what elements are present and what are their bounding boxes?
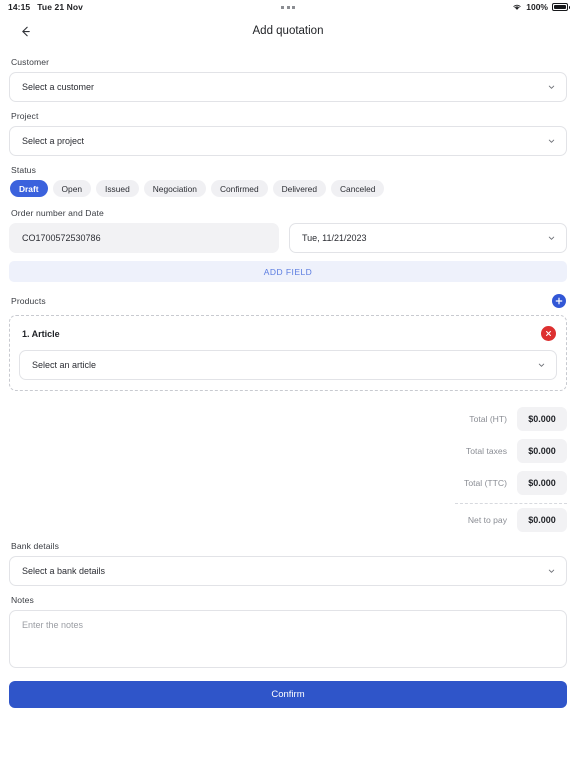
total-ttc-label: Total (TTC) — [464, 478, 507, 488]
wifi-icon — [513, 4, 521, 10]
three-dots-icon — [0, 5, 576, 9]
bank-details-select[interactable]: Select a bank details — [9, 556, 567, 586]
back-arrow-icon[interactable] — [14, 20, 36, 42]
status-bar-left: 14:15 Tue 21 Nov — [8, 2, 83, 12]
status-bar: 14:15 Tue 21 Nov 100% — [0, 0, 576, 14]
app-bar: Add quotation — [0, 14, 576, 48]
form-body: Customer Select a customer Project Selec… — [0, 57, 576, 708]
project-label: Project — [11, 111, 39, 121]
status-chip-issued[interactable]: Issued — [96, 180, 139, 197]
order-number-input[interactable]: CO1700572530786 — [9, 223, 279, 253]
products-header: Products — [11, 294, 566, 308]
order-row: CO1700572530786 Tue, 11/21/2023 — [9, 223, 567, 253]
order-date-select[interactable]: Tue, 11/21/2023 — [289, 223, 567, 253]
add-product-button[interactable] — [552, 294, 566, 308]
chevron-down-icon — [537, 361, 546, 370]
battery-full-icon — [552, 3, 570, 11]
chevron-down-icon — [547, 234, 556, 243]
notes-input[interactable]: Enter the notes — [9, 610, 567, 668]
total-taxes-label: Total taxes — [465, 446, 507, 456]
product-card: 1. Article Select an article — [9, 315, 567, 391]
status-date: Tue 21 Nov — [37, 2, 83, 12]
status-label: Status — [11, 165, 36, 175]
product-card-title: 1. Article — [22, 328, 60, 339]
chevron-down-icon — [547, 137, 556, 146]
total-taxes-value: $0.000 — [517, 439, 567, 463]
status-chip-canceled[interactable]: Canceled — [331, 180, 385, 197]
bank-details-value: Select a bank details — [22, 566, 106, 576]
battery-percent-label: 100% — [526, 2, 548, 12]
project-value: Select a project — [22, 136, 85, 146]
page-title: Add quotation — [252, 25, 324, 37]
total-ttc-value: $0.000 — [517, 471, 567, 495]
total-ht-label: Total (HT) — [469, 414, 507, 424]
project-select[interactable]: Select a project — [9, 126, 567, 156]
article-select[interactable]: Select an article — [19, 350, 557, 380]
customer-select[interactable]: Select a customer — [9, 72, 567, 102]
totals-section: Total (HT) $0.000 Total taxes $0.000 Tot… — [9, 407, 567, 532]
status-chip-draft[interactable]: Draft — [10, 180, 48, 197]
net-to-pay-label: Net to pay — [467, 515, 507, 525]
remove-product-button[interactable] — [541, 326, 556, 341]
net-to-pay-value: $0.000 — [517, 508, 567, 532]
product-card-header: 1. Article — [19, 326, 557, 341]
article-value: Select an article — [32, 360, 97, 370]
total-row: Total (TTC) $0.000 — [9, 471, 567, 495]
status-bar-right: 100% — [512, 2, 570, 12]
total-row: Net to pay $0.000 — [9, 508, 567, 532]
customer-value: Select a customer — [22, 82, 95, 92]
bank-details-label: Bank details — [11, 541, 60, 551]
notes-label: Notes — [11, 595, 34, 605]
status-chip-group: Draft Open Issued Negociation Confirmed … — [9, 180, 567, 197]
status-chip-delivered[interactable]: Delivered — [272, 180, 326, 197]
chevron-down-icon — [547, 567, 556, 576]
products-label: Products — [11, 296, 46, 306]
chevron-down-icon — [547, 83, 556, 92]
order-date-value: Tue, 11/21/2023 — [302, 233, 367, 243]
order-label: Order number and Date — [11, 208, 104, 218]
status-chip-confirmed[interactable]: Confirmed — [210, 180, 268, 197]
status-chip-open[interactable]: Open — [52, 180, 92, 197]
total-row: Total (HT) $0.000 — [9, 407, 567, 431]
status-time: 14:15 — [8, 2, 31, 12]
add-field-button[interactable]: ADD FIELD — [9, 261, 567, 282]
customer-label: Customer — [11, 57, 50, 67]
totals-divider — [455, 503, 567, 504]
confirm-button[interactable]: Confirm — [9, 681, 567, 708]
total-ht-value: $0.000 — [517, 407, 567, 431]
total-row: Total taxes $0.000 — [9, 439, 567, 463]
status-chip-negociation[interactable]: Negociation — [143, 180, 206, 197]
